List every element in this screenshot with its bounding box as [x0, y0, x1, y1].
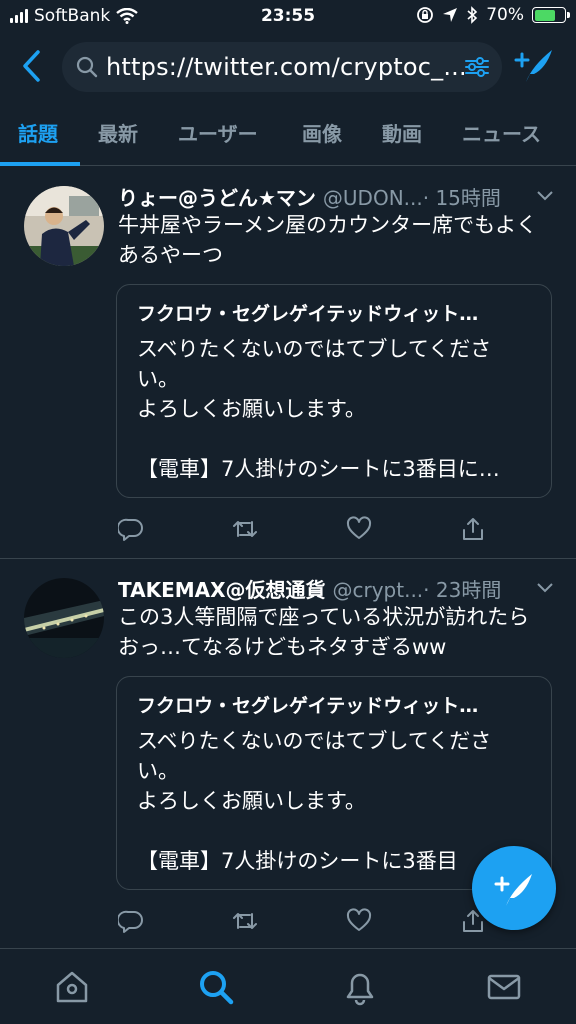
quoted-author: フクロウ・セグレゲイテッドウィット… — [137, 695, 479, 717]
tab-people[interactable]: ユーザー — [178, 118, 258, 147]
heart-icon[interactable] — [346, 908, 372, 934]
tab-videos[interactable]: 動画 — [382, 118, 422, 147]
avatar[interactable] — [24, 186, 104, 266]
search-tabs: 話題 最新 ユーザー 画像 動画 ニュース — [0, 104, 576, 166]
retweet-icon[interactable] — [232, 516, 258, 542]
tweet-divider — [0, 558, 576, 559]
mail-icon[interactable] — [484, 967, 524, 1007]
sliders-icon[interactable] — [464, 55, 490, 79]
orientation-lock-icon — [417, 7, 434, 23]
heart-icon[interactable] — [346, 516, 372, 542]
share-icon[interactable] — [460, 516, 486, 542]
author-handle: @UDON... — [322, 186, 423, 210]
bottom-navigation — [0, 948, 576, 1024]
chevron-left-icon[interactable] — [18, 48, 46, 84]
tab-latest[interactable]: 最新 — [98, 118, 138, 147]
search-icon — [76, 56, 98, 78]
author-name: りょー@うどん★マン — [118, 186, 316, 210]
author-handle: @crypt... — [332, 578, 424, 602]
tweet-time: · 23時間 — [423, 578, 502, 602]
quoted-tweet[interactable]: フクロウ・セグレゲイテッドウィット… スベりたくないのではてブしてください。 よ… — [116, 284, 552, 498]
tweet-author[interactable]: りょー@うどん★マン @UDON...· 15時間 — [118, 182, 501, 211]
reply-icon[interactable] — [118, 516, 144, 542]
compose-fab-button[interactable] — [472, 846, 556, 930]
tweet-text: 牛丼屋やラーメン屋のカウンター席でもよくあるやーつ — [118, 213, 538, 267]
search-icon[interactable] — [196, 967, 236, 1007]
search-query: https://twitter.com/cryptoc_... — [106, 53, 464, 81]
tweet-text: この3人等間隔で座っている状況が訪れたらおっ…てなるけどもネタすぎるww — [118, 605, 530, 659]
tweet-time: · 15時間 — [422, 186, 501, 210]
location-icon — [443, 8, 458, 22]
home-icon[interactable] — [52, 967, 92, 1007]
tweet-actions — [118, 516, 498, 546]
chevron-down-icon[interactable] — [536, 190, 554, 202]
active-tab-indicator — [0, 162, 80, 166]
tab-top[interactable]: 話題 — [18, 118, 58, 147]
quoted-text: スベりたくないのではてブしてください。 よろしくお願いします。 【電車】7人掛け… — [137, 337, 500, 481]
quoted-author: フクロウ・セグレゲイテッドウィット… — [137, 303, 479, 325]
compose-tweet-icon[interactable] — [512, 46, 556, 86]
status-bar: SoftBank 23:55 70% — [0, 0, 576, 32]
top-bar: https://twitter.com/cryptoc_... — [0, 36, 576, 98]
compose-tweet-icon — [494, 874, 532, 906]
battery-icon — [532, 7, 570, 23]
tab-news[interactable]: ニュース — [462, 118, 541, 147]
tab-photos[interactable]: 画像 — [302, 118, 342, 147]
avatar[interactable] — [24, 578, 104, 658]
chevron-down-icon[interactable] — [536, 582, 554, 594]
bluetooth-icon — [467, 6, 478, 24]
tweet-author[interactable]: TAKEMAX@仮想通貨 @crypt...· 23時間 — [118, 574, 501, 603]
tweet[interactable]: りょー@うどん★マン @UDON...· 15時間 牛丼屋やラーメン屋のカウンタ… — [0, 168, 576, 558]
search-input[interactable]: https://twitter.com/cryptoc_... — [62, 42, 502, 92]
tweet-actions — [118, 908, 498, 938]
author-name: TAKEMAX@仮想通貨 — [118, 578, 326, 602]
status-right: 70% — [416, 5, 570, 25]
battery-percent: 70% — [486, 5, 524, 25]
bell-icon[interactable] — [340, 967, 380, 1007]
reply-icon[interactable] — [118, 908, 144, 934]
battery-fill — [534, 9, 555, 21]
retweet-icon[interactable] — [232, 908, 258, 934]
